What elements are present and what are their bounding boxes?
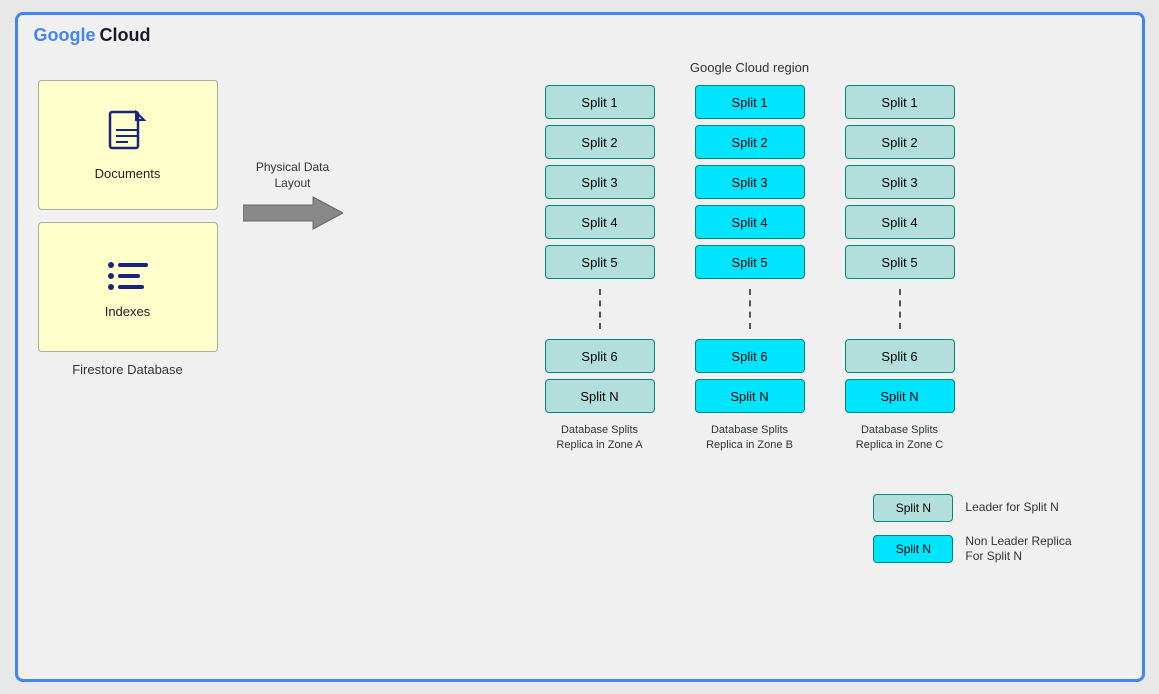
split-box-3: Split 3 bbox=[545, 165, 655, 199]
split-box-5: Split 5 bbox=[695, 245, 805, 279]
dashed-separator bbox=[599, 289, 601, 329]
arrow-label: Physical DataLayout bbox=[256, 160, 329, 191]
legend-section: Split N Leader for Split N Split N Non Lead… bbox=[368, 464, 1132, 565]
legend-text-1: Leader for Split N bbox=[965, 500, 1058, 516]
split-box-2: Split 2 bbox=[545, 125, 655, 159]
split-box-3: Split 3 bbox=[695, 165, 805, 199]
legend-box-2: Split N bbox=[873, 535, 953, 563]
db-boxes: Documents bbox=[38, 80, 218, 352]
zone-column-1: Split 1 Split 2 Split 3 Split 4 Split 5 Split… bbox=[535, 85, 665, 454]
main-content: Documents bbox=[28, 25, 1132, 669]
split-box-6: Split 6 bbox=[695, 339, 805, 373]
left-panel: Documents bbox=[28, 80, 228, 377]
zone-column-2: Split 1 Split 2 Split 3 Split 4 Split 5 Split… bbox=[685, 85, 815, 454]
right-panel: Google Cloud region Split 1Split 2Split … bbox=[358, 60, 1132, 565]
split-box-1: Split 1 bbox=[545, 85, 655, 119]
split-box-7: Split N bbox=[695, 379, 805, 413]
legend-text-2: Non Leader ReplicaFor Split N bbox=[965, 534, 1071, 565]
indexes-box: Indexes bbox=[38, 222, 218, 352]
legend-box-1: Split N bbox=[873, 494, 953, 522]
split-box-7: Split N bbox=[845, 379, 955, 413]
document-icon bbox=[108, 110, 148, 158]
zone-label: Database SplitsReplica in Zone B bbox=[706, 423, 793, 454]
split-box-4: Split 4 bbox=[695, 205, 805, 239]
indexes-icon bbox=[108, 256, 148, 296]
documents-label: Documents bbox=[95, 166, 161, 181]
zone-label: Database SplitsReplica in Zone C bbox=[856, 423, 943, 454]
split-box-2: Split 2 bbox=[695, 125, 805, 159]
google-cloud-header: Google Cloud bbox=[34, 25, 151, 46]
cloud-label: Cloud bbox=[100, 25, 151, 46]
main-frame: Google Cloud bbox=[15, 12, 1145, 682]
dashed-separator bbox=[899, 289, 901, 329]
split-box-5: Split 5 bbox=[545, 245, 655, 279]
legend-item-1: Split N Leader for Split N bbox=[873, 494, 1071, 522]
indexes-label: Indexes bbox=[105, 304, 151, 319]
documents-box: Documents bbox=[38, 80, 218, 210]
split-box-4: Split 4 bbox=[545, 205, 655, 239]
split-box-7: Split N bbox=[545, 379, 655, 413]
arrow-icon bbox=[243, 195, 343, 231]
dashed-separator bbox=[749, 289, 751, 329]
google-label: Google bbox=[34, 25, 96, 46]
split-box-4: Split 4 bbox=[845, 205, 955, 239]
zone-label: Database SplitsReplica in Zone A bbox=[556, 423, 642, 454]
region-label: Google Cloud region bbox=[690, 60, 809, 75]
split-box-6: Split 6 bbox=[545, 339, 655, 373]
split-box-2: Split 2 bbox=[845, 125, 955, 159]
zone-column-3: Split 1 Split 2 Split 3 Split 4 Split 5 Split… bbox=[835, 85, 965, 454]
split-box-1: Split 1 bbox=[695, 85, 805, 119]
legend-item-2: Split N Non Leader ReplicaFor Split N bbox=[873, 534, 1071, 565]
split-box-1: Split 1 bbox=[845, 85, 955, 119]
split-box-6: Split 6 bbox=[845, 339, 955, 373]
split-box-5: Split 5 bbox=[845, 245, 955, 279]
arrow-section: Physical DataLayout bbox=[228, 160, 358, 231]
firestore-label: Firestore Database bbox=[72, 362, 183, 377]
split-box-3: Split 3 bbox=[845, 165, 955, 199]
